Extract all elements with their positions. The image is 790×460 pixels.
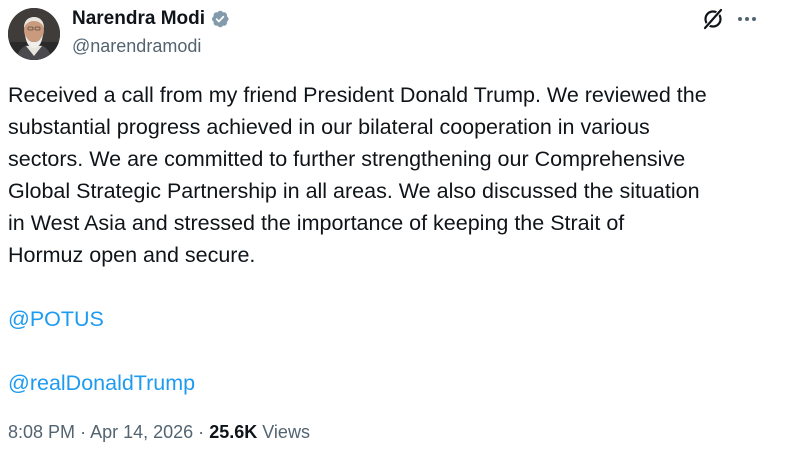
tweet-date[interactable]: Apr 14, 2026 xyxy=(90,422,193,442)
meta-separator: · xyxy=(80,422,87,442)
author-handle[interactable]: @narendramodi xyxy=(72,35,201,57)
meta-separator-2: · xyxy=(198,422,205,442)
author-display-name[interactable]: Narendra Modi xyxy=(72,7,205,31)
tweet-time[interactable]: 8:08 PM xyxy=(8,422,75,442)
avatar-image xyxy=(8,8,60,60)
mention-realdonaldtrump-link[interactable]: @realDonaldTrump xyxy=(8,367,195,399)
views-label: Views xyxy=(262,422,310,442)
author-name-row: Narendra Modi xyxy=(72,7,230,31)
verified-badge-icon[interactable] xyxy=(210,9,230,29)
avatar[interactable] xyxy=(8,8,60,60)
tweet-text: Received a call from my friend President… xyxy=(8,83,707,267)
mention-potus-link[interactable]: @POTUS xyxy=(8,303,104,335)
more-options-icon[interactable] xyxy=(734,6,760,32)
views-count[interactable]: 25.6K xyxy=(209,422,257,442)
tweet-meta: 8:08 PM · Apr 14, 2026 · 25.6K Views xyxy=(8,420,310,444)
tweet-card: Narendra Modi @narendramodi Received a c… xyxy=(0,0,790,460)
grok-icon[interactable] xyxy=(700,6,726,32)
